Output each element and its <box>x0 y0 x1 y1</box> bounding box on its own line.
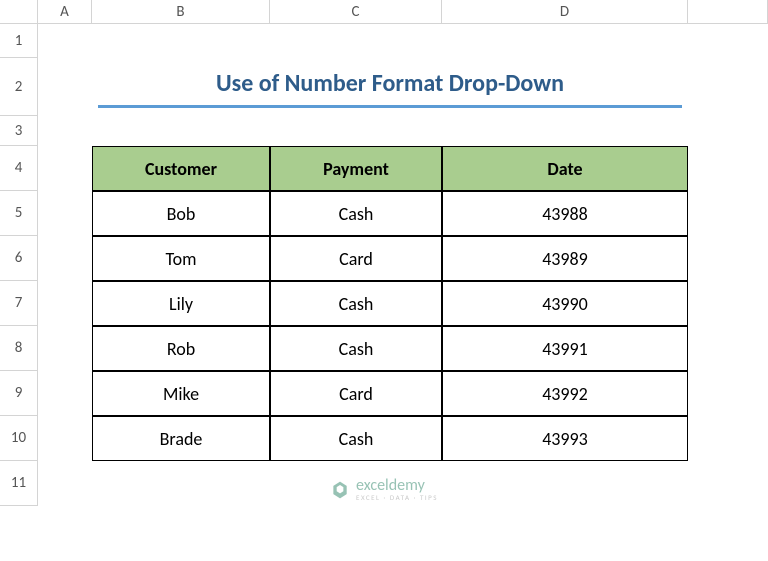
cell-customer-5[interactable]: Brade <box>92 416 270 461</box>
row-header-8[interactable]: 8 <box>0 326 38 371</box>
row-header-4[interactable]: 4 <box>0 146 38 191</box>
cell-payment-0[interactable]: Cash <box>270 191 442 236</box>
cell-b1[interactable] <box>92 24 270 58</box>
watermark: exceldemy EXCEL · DATA · TIPS <box>330 478 438 501</box>
cell-customer-1[interactable]: Tom <box>92 236 270 281</box>
row-header-7[interactable]: 7 <box>0 281 38 326</box>
cell-b11[interactable] <box>92 461 270 506</box>
cell-e6[interactable] <box>688 236 768 281</box>
select-all-corner[interactable] <box>0 0 38 24</box>
cell-a8[interactable] <box>38 326 92 371</box>
row-header-9[interactable]: 9 <box>0 371 38 416</box>
cell-customer-0[interactable]: Bob <box>92 191 270 236</box>
cell-a11[interactable] <box>38 461 92 506</box>
row-header-3[interactable]: 3 <box>0 116 38 146</box>
cell-e3[interactable] <box>688 116 768 146</box>
cell-a5[interactable] <box>38 191 92 236</box>
row-header-5[interactable]: 5 <box>0 191 38 236</box>
row-header-1[interactable]: 1 <box>0 24 38 58</box>
cell-date-4[interactable]: 43992 <box>442 371 688 416</box>
cell-payment-5[interactable]: Cash <box>270 416 442 461</box>
row-header-6[interactable]: 6 <box>0 236 38 281</box>
watermark-text: exceldemy EXCEL · DATA · TIPS <box>356 478 438 501</box>
col-header-extra[interactable] <box>688 0 768 24</box>
cell-customer-2[interactable]: Lily <box>92 281 270 326</box>
cell-date-0[interactable]: 43988 <box>442 191 688 236</box>
cell-b3[interactable] <box>92 116 270 146</box>
col-header-a[interactable]: A <box>38 0 92 24</box>
cell-a3[interactable] <box>38 116 92 146</box>
table-header-customer[interactable]: Customer <box>92 146 270 191</box>
cell-date-5[interactable]: 43993 <box>442 416 688 461</box>
exceldemy-logo-icon <box>330 480 350 500</box>
sheet-title[interactable]: Use of Number Format Drop-Down <box>98 62 682 108</box>
cell-date-1[interactable]: 43989 <box>442 236 688 281</box>
col-header-c[interactable]: C <box>270 0 442 24</box>
cell-payment-4[interactable]: Card <box>270 371 442 416</box>
row-header-2[interactable]: 2 <box>0 58 38 116</box>
cell-e5[interactable] <box>688 191 768 236</box>
row-header-11[interactable]: 11 <box>0 461 38 506</box>
cell-payment-3[interactable]: Cash <box>270 326 442 371</box>
cell-a7[interactable] <box>38 281 92 326</box>
cell-e7[interactable] <box>688 281 768 326</box>
cell-e10[interactable] <box>688 416 768 461</box>
cell-date-2[interactable]: 43990 <box>442 281 688 326</box>
cell-a2[interactable] <box>38 58 92 116</box>
watermark-brand: exceldemy <box>356 478 438 494</box>
col-header-d[interactable]: D <box>442 0 688 24</box>
cell-a4[interactable] <box>38 146 92 191</box>
watermark-tagline: EXCEL · DATA · TIPS <box>356 494 438 501</box>
cell-d1[interactable] <box>442 24 688 58</box>
cell-a10[interactable] <box>38 416 92 461</box>
col-header-b[interactable]: B <box>92 0 270 24</box>
cell-e11[interactable] <box>688 461 768 506</box>
cell-customer-4[interactable]: Mike <box>92 371 270 416</box>
cell-payment-2[interactable]: Cash <box>270 281 442 326</box>
cell-payment-1[interactable]: Card <box>270 236 442 281</box>
cell-e9[interactable] <box>688 371 768 416</box>
cell-d3[interactable] <box>442 116 688 146</box>
cell-a1[interactable] <box>38 24 92 58</box>
cell-e4[interactable] <box>688 146 768 191</box>
row-header-10[interactable]: 10 <box>0 416 38 461</box>
cell-customer-3[interactable]: Rob <box>92 326 270 371</box>
cell-d11[interactable] <box>442 461 688 506</box>
cell-date-3[interactable]: 43991 <box>442 326 688 371</box>
cell-e1[interactable] <box>688 24 768 58</box>
cell-c3[interactable] <box>270 116 442 146</box>
table-header-date[interactable]: Date <box>442 146 688 191</box>
cell-e2[interactable] <box>688 58 768 116</box>
table-header-payment[interactable]: Payment <box>270 146 442 191</box>
cell-e8[interactable] <box>688 326 768 371</box>
cell-a6[interactable] <box>38 236 92 281</box>
cell-c1[interactable] <box>270 24 442 58</box>
cell-a9[interactable] <box>38 371 92 416</box>
